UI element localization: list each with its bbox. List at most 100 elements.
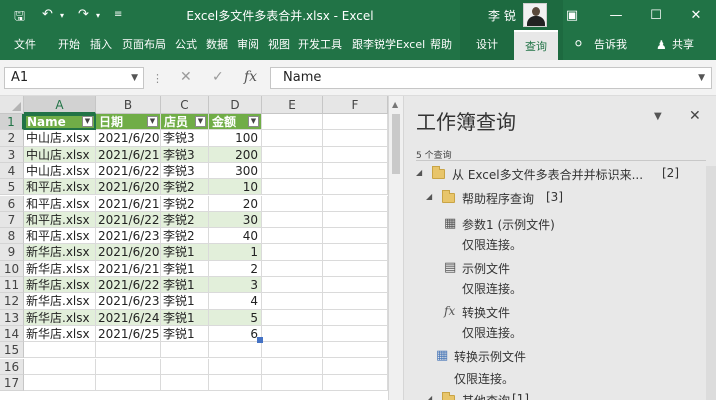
table-cell[interactable]: 5 (209, 309, 262, 326)
table-cell[interactable] (323, 309, 388, 326)
pane-scrollbar[interactable] (706, 166, 716, 400)
tab-page-layout[interactable]: 页面布局 (122, 30, 166, 60)
select-all-corner[interactable] (0, 96, 24, 114)
table-cell[interactable] (24, 358, 96, 375)
table-cell[interactable]: 2021/6/23 (96, 228, 161, 245)
row-header[interactable]: 16 (0, 358, 24, 375)
table-cell[interactable]: 和平店.xlsx (24, 179, 96, 196)
table-cell[interactable] (323, 293, 388, 310)
table-cell[interactable]: 2 (209, 260, 262, 277)
table-cell[interactable]: 和平店.xlsx (24, 211, 96, 229)
enter-icon[interactable]: ✓ (212, 69, 224, 85)
table-cell[interactable]: 李锐3 (161, 130, 209, 147)
row-header[interactable]: 17 (0, 374, 24, 392)
table-cell[interactable]: 李锐2 (161, 195, 209, 212)
table-cell[interactable] (161, 374, 209, 392)
row-header[interactable]: 14 (0, 325, 24, 343)
table-cell[interactable] (209, 342, 262, 359)
row-header[interactable]: 12 (0, 293, 24, 310)
table-cell[interactable]: 2021/6/20 (96, 179, 161, 196)
table-cell[interactable] (262, 130, 323, 147)
table-cell[interactable] (262, 325, 323, 343)
cancel-icon[interactable]: ✕ (180, 69, 192, 85)
table-cell[interactable]: 2021/6/21 (96, 195, 161, 212)
vertical-scrollbar[interactable]: ▲ (388, 96, 404, 400)
table-cell[interactable]: 李锐2 (161, 211, 209, 229)
tab-home[interactable]: 开始 (58, 30, 80, 60)
row-header[interactable]: 15 (0, 342, 24, 359)
share-person-icon[interactable]: ♟ (656, 30, 667, 60)
table-cell[interactable] (262, 260, 323, 277)
table-cell[interactable] (161, 342, 209, 359)
collapse-arrow-icon[interactable]: ◢ (416, 168, 422, 177)
table-cell[interactable]: 3 (209, 277, 262, 294)
table-cell[interactable]: 李锐1 (161, 260, 209, 277)
query-group-from-excel[interactable]: ◢ 从 Excel多文件多表合并并标识来... [2] (416, 166, 706, 184)
scroll-thumb[interactable] (392, 114, 400, 174)
table-cell[interactable] (96, 342, 161, 359)
table-cell[interactable] (161, 358, 209, 375)
table-cell[interactable]: 1 (209, 244, 262, 261)
filter-dropdown-icon[interactable]: ▼ (248, 116, 259, 127)
table-cell[interactable] (262, 374, 323, 392)
minimize-icon[interactable]: — (596, 0, 636, 30)
table-cell[interactable] (323, 325, 388, 343)
tell-me-search[interactable]: 告诉我 (594, 30, 627, 60)
tab-help[interactable]: 帮助 (430, 30, 452, 60)
table-cell[interactable]: 2021/6/25 (96, 325, 161, 343)
row-header[interactable]: 10 (0, 260, 24, 277)
maximize-icon[interactable]: ☐ (636, 0, 676, 30)
table-cell[interactable]: 2021/6/21 (96, 146, 161, 163)
col-header-e[interactable]: E (262, 96, 323, 114)
tab-insert[interactable]: 插入 (90, 30, 112, 60)
table-cell[interactable]: 新华店.xlsx (24, 325, 96, 343)
lightbulb-icon[interactable]: ⚪ (573, 30, 584, 60)
table-cell[interactable]: 2021/6/24 (96, 309, 161, 326)
query-item-parameter[interactable]: ▦ 参数1 (示例文件) (444, 216, 694, 234)
table-cell[interactable] (24, 342, 96, 359)
row-header[interactable]: 2 (0, 130, 24, 147)
row-header[interactable]: 7 (0, 211, 24, 229)
table-cell[interactable]: 新华店.xlsx (24, 260, 96, 277)
table-cell[interactable]: 李锐1 (161, 293, 209, 310)
expand-formula-icon[interactable]: ▼ (698, 68, 705, 88)
row-header[interactable]: 9 (0, 244, 24, 261)
table-cell[interactable]: 100 (209, 130, 262, 147)
table-cell[interactable]: 4 (209, 293, 262, 310)
table-cell[interactable]: 李锐1 (161, 244, 209, 261)
tab-review[interactable]: 审阅 (237, 30, 259, 60)
table-cell[interactable] (323, 228, 388, 245)
collapse-arrow-icon[interactable]: ◢ (426, 394, 432, 400)
row-header[interactable]: 4 (0, 162, 24, 180)
table-cell[interactable] (323, 358, 388, 375)
col-header-c[interactable]: C (161, 96, 209, 114)
close-icon[interactable]: ✕ (676, 0, 716, 30)
table-cell[interactable] (24, 374, 96, 392)
scroll-up-icon[interactable]: ▲ (392, 100, 398, 109)
tab-data[interactable]: 数据 (206, 30, 228, 60)
table-cell[interactable] (323, 195, 388, 212)
tab-formulas[interactable]: 公式 (175, 30, 197, 60)
table-cell[interactable] (262, 244, 323, 261)
table-cell[interactable] (323, 130, 388, 147)
share-button[interactable]: 共享 (672, 30, 694, 60)
table-cell[interactable] (323, 260, 388, 277)
tab-developer[interactable]: 开发工具 (298, 30, 342, 60)
table-cell[interactable] (262, 195, 323, 212)
table-cell[interactable]: 200 (209, 146, 262, 163)
row-header[interactable]: 13 (0, 309, 24, 326)
table-cell[interactable] (323, 179, 388, 196)
filter-dropdown-icon[interactable]: ▼ (195, 116, 206, 127)
query-item-transform-sample[interactable]: ▦ 转换示例文件 (436, 348, 696, 366)
row-header[interactable]: 11 (0, 277, 24, 294)
col-header-b[interactable]: B (96, 96, 161, 114)
formula-input[interactable]: Name ▼ (270, 67, 712, 89)
table-cell[interactable]: 李锐2 (161, 228, 209, 245)
query-group-helper[interactable]: ◢ 帮助程序查询 [3] (426, 190, 696, 208)
chevron-down-icon[interactable]: ▼ (131, 68, 138, 88)
col-header-f[interactable]: F (323, 96, 388, 114)
ribbon-display-icon[interactable]: ▣ (552, 0, 592, 30)
table-cell[interactable]: 中山店.xlsx (24, 162, 96, 180)
pane-options-icon[interactable]: ▼ (654, 111, 662, 122)
tab-view[interactable]: 视图 (268, 30, 290, 60)
